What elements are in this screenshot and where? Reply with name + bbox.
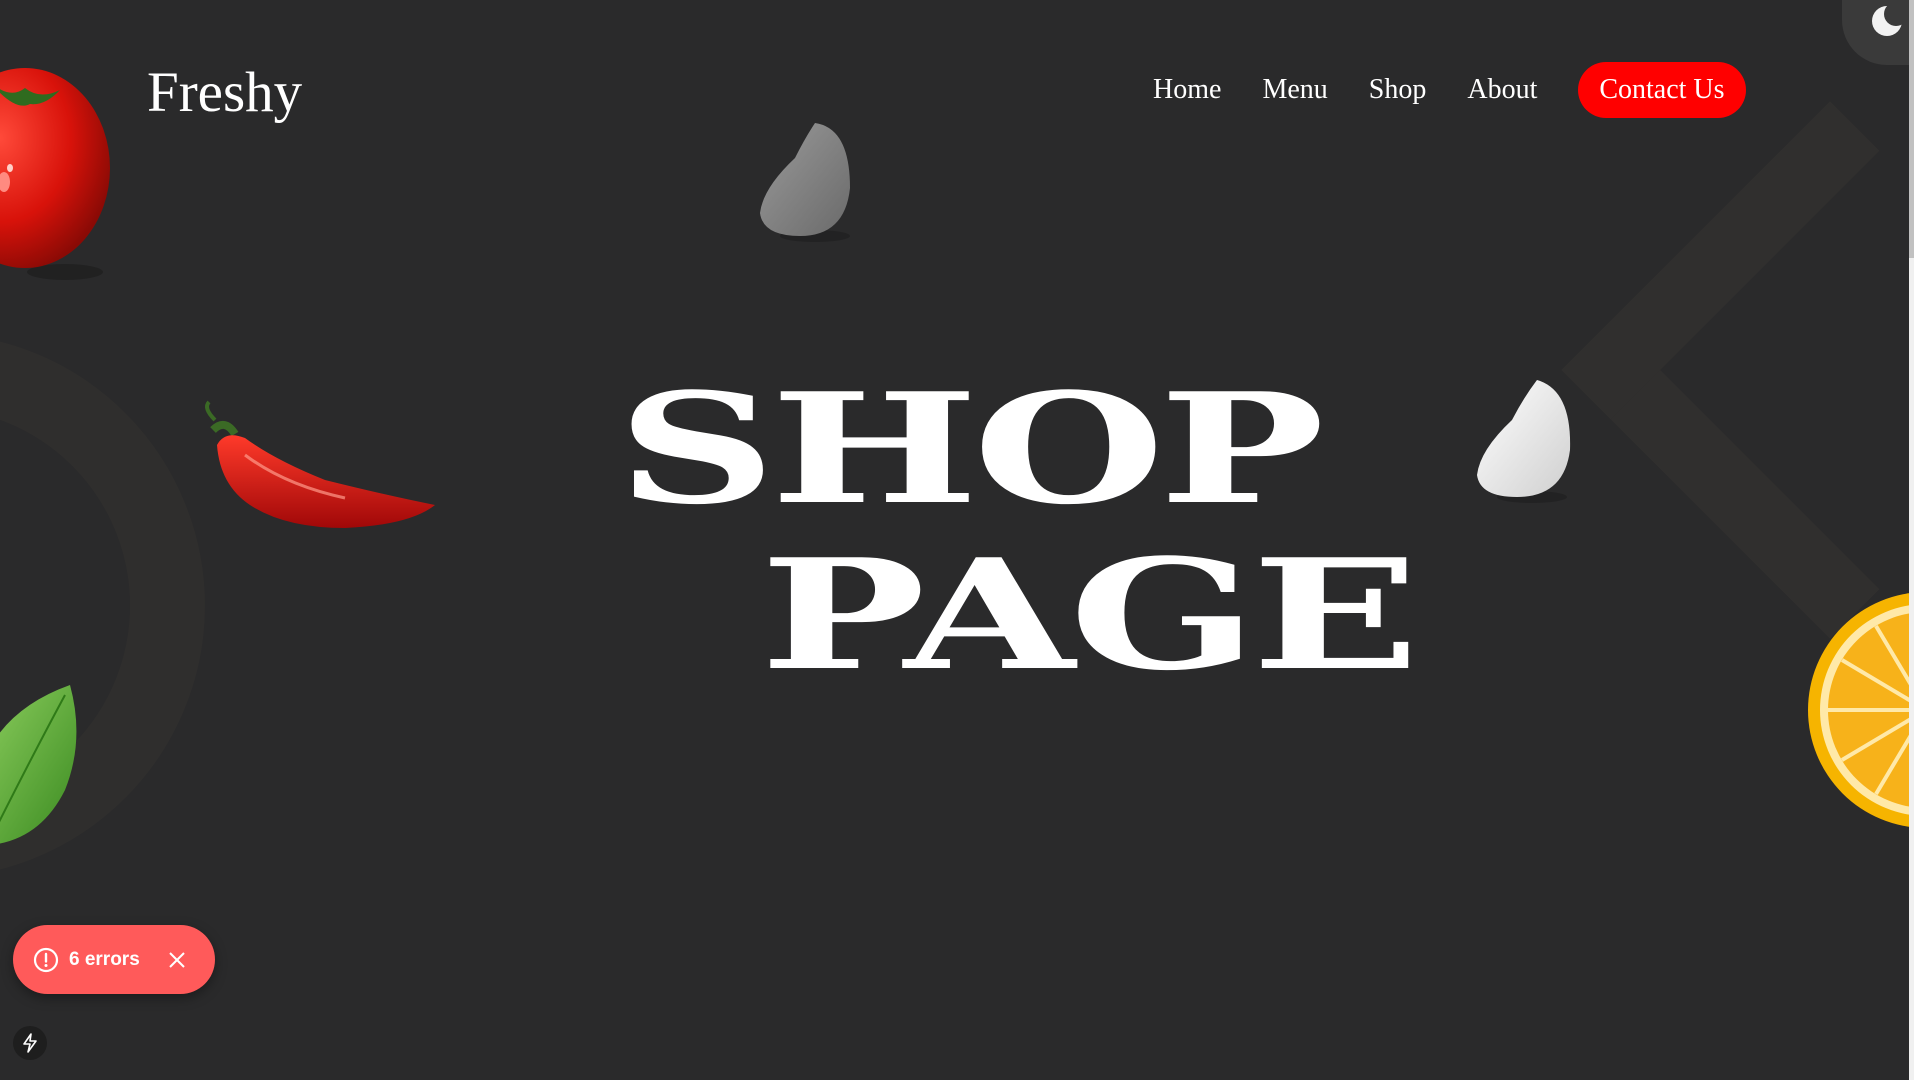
close-icon[interactable] — [166, 949, 188, 971]
garlic-clove-image — [1477, 380, 1571, 503]
alert-circle-icon — [33, 947, 59, 972]
error-count-label: 6 errors — [69, 948, 140, 970]
logo[interactable]: Freshy — [147, 58, 302, 128]
chili-pepper-image — [205, 400, 435, 528]
theme-toggle-button[interactable] — [1842, 0, 1914, 65]
basil-leaf-image — [0, 685, 77, 844]
moon-icon — [1872, 4, 1904, 36]
dev-tools-button[interactable] — [13, 1026, 47, 1060]
scrollbar-thumb[interactable] — [1909, 0, 1914, 258]
nav-shop-link[interactable]: Shop — [1369, 74, 1427, 106]
hero-title-line-1: SHOP — [617, 359, 1325, 538]
background-chevron — [1561, 101, 1914, 639]
page: Freshy Home Menu Shop About Contact Us S… — [0, 0, 1914, 1080]
lemon-slice-image — [1808, 592, 1914, 828]
nav-about-link[interactable]: About — [1467, 74, 1537, 106]
scrollbar[interactable] — [1909, 0, 1914, 1080]
nav-menu-link[interactable]: Menu — [1262, 74, 1327, 106]
contact-us-button[interactable]: Contact Us — [1578, 62, 1746, 118]
nav-home-link[interactable]: Home — [1153, 74, 1221, 106]
tomato-image — [0, 68, 110, 280]
main-nav: Home Menu Shop About Contact Us — [1153, 62, 1746, 118]
garlic-clove-image — [760, 123, 850, 242]
error-toast[interactable]: 6 errors — [13, 925, 215, 994]
lightning-icon — [23, 1033, 37, 1053]
hero-title-line-2: PAGE — [760, 525, 1420, 704]
